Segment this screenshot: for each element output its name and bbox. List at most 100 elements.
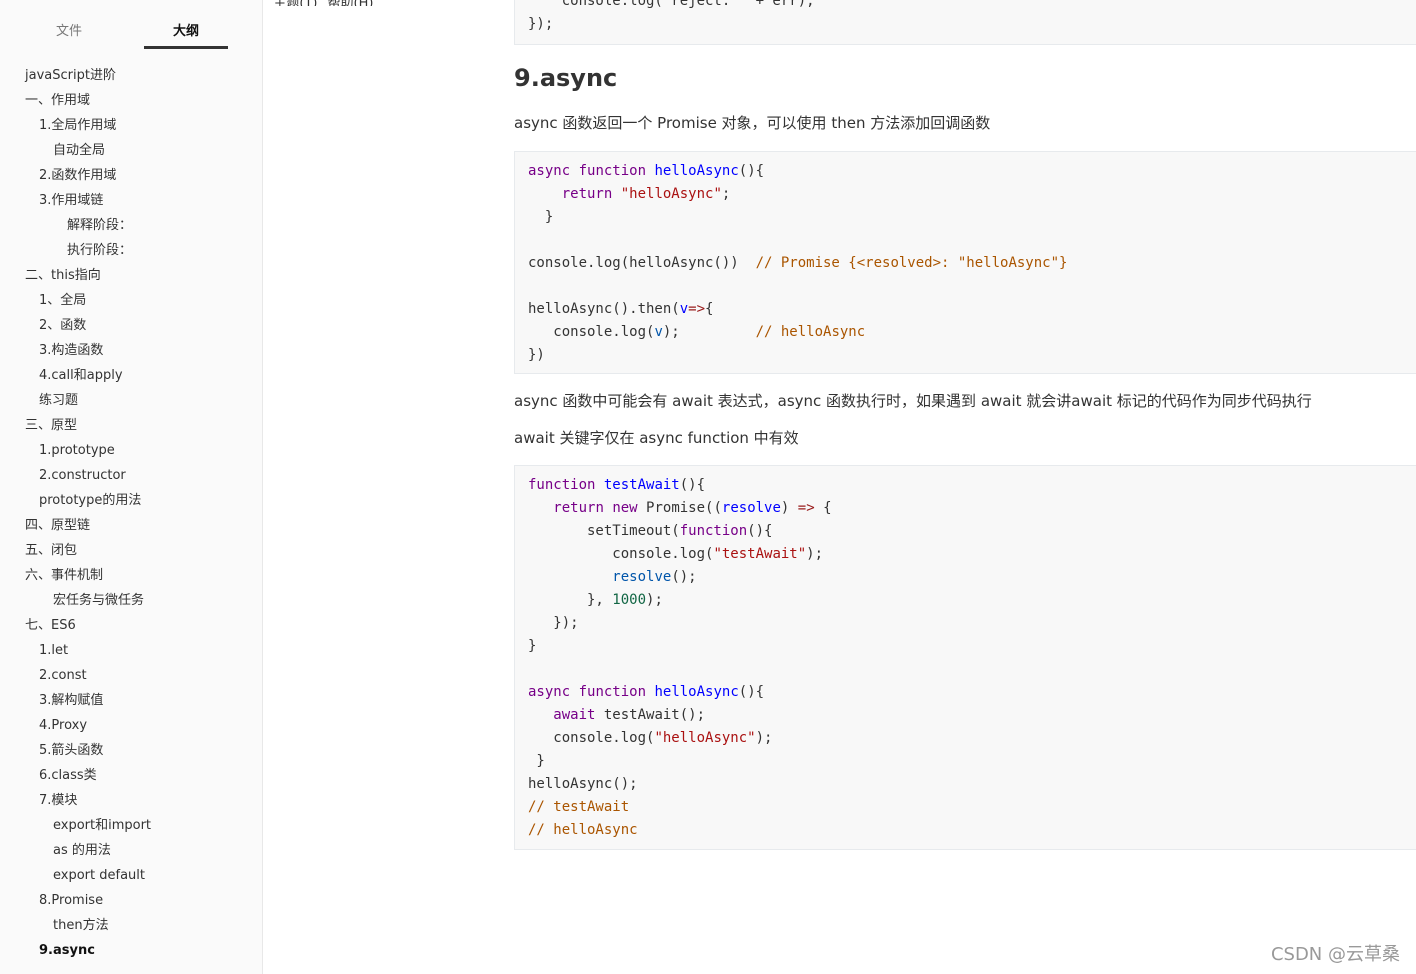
code-token: setTimeout(	[528, 523, 680, 539]
code-token: })	[528, 347, 545, 363]
outline-item[interactable]: 1.prototype	[0, 438, 262, 463]
code-token: v	[654, 324, 663, 340]
tab-outline[interactable]: 大纲	[144, 22, 228, 48]
outline-item[interactable]: 二、this指向	[0, 263, 262, 288]
code-token: (){	[747, 523, 773, 539]
code-token: new	[612, 500, 638, 516]
code-line: console.log("reject: " + err);	[528, 0, 1416, 13]
code-token: function	[528, 477, 596, 493]
outline-item[interactable]: 2、函数	[0, 313, 262, 338]
code-token: helloAsync().then(	[528, 301, 680, 317]
outline-item[interactable]: 七、ES6	[0, 613, 262, 638]
code-line: }	[528, 206, 1416, 229]
outline-item[interactable]: 6.class类	[0, 763, 262, 788]
code-token: },	[528, 592, 613, 608]
outline-item[interactable]: 4.call和apply	[0, 363, 262, 388]
outline-item[interactable]: 六、事件机制	[0, 563, 262, 588]
code-token: (){	[679, 477, 706, 493]
code-token: );	[806, 546, 824, 562]
code-line: }	[528, 750, 1416, 773]
outline-item[interactable]: 2.const	[0, 663, 262, 688]
code-token: Promise((	[637, 500, 722, 516]
code-line: helloAsync();	[528, 773, 1416, 796]
outline-item[interactable]: 2.constructor	[0, 463, 262, 488]
outline-item[interactable]: 三、原型	[0, 413, 262, 438]
code-token: console.log(	[528, 730, 655, 746]
outline-item[interactable]: prototype的用法	[0, 488, 262, 513]
code-token: console.log(	[528, 324, 655, 340]
outline-item[interactable]: 3.解构赋值	[0, 688, 262, 713]
code-token: // Promise {<resolved>: "helloAsync"}	[755, 255, 1068, 271]
outline-item[interactable]: export default	[0, 863, 262, 888]
outline-item[interactable]: javaScript进阶	[0, 63, 262, 88]
outline-item[interactable]: 1.全局作用域	[0, 113, 262, 138]
code-token: );	[646, 592, 663, 608]
code-line: });	[528, 612, 1416, 635]
outline-item[interactable]: as 的用法	[0, 838, 262, 863]
outline-item[interactable]: 五、闭包	[0, 538, 262, 563]
outline-item[interactable]: 2.函数作用域	[0, 163, 262, 188]
code-token: });	[528, 16, 554, 32]
outline-item[interactable]: 1.let	[0, 638, 262, 663]
code-token: function	[578, 163, 647, 179]
tab-files[interactable]: 文件	[27, 22, 111, 48]
outline-item[interactable]: 3.构造函数	[0, 338, 262, 363]
outline-item[interactable]: 9.async	[0, 938, 262, 963]
outline-item[interactable]: 自动全局	[0, 138, 262, 163]
code-line: function testAwait(){	[528, 474, 1416, 497]
code-line: async function helloAsync(){	[528, 160, 1416, 183]
code-token: return	[553, 500, 604, 516]
code-token: {	[814, 500, 832, 516]
code-token: resolve	[721, 500, 781, 516]
code-line: console.log("testAwait");	[528, 543, 1416, 566]
code-token: 1000	[612, 592, 647, 608]
code-token: =>	[688, 301, 706, 317]
code-token: v	[679, 301, 689, 317]
code-token: function	[679, 523, 748, 539]
code-token: (){	[738, 163, 765, 179]
code-token: {	[705, 301, 714, 317]
code-line: console.log(v); // helloAsync	[528, 321, 1416, 344]
outline-item[interactable]: 1、全局	[0, 288, 262, 313]
outline-item[interactable]: 4.Proxy	[0, 713, 262, 738]
outline-item[interactable]: 一、作用域	[0, 88, 262, 113]
code-token: helloAsync	[654, 163, 739, 179]
menu-item[interactable]: 帮助(H)	[328, 0, 374, 6]
code-line: resolve();	[528, 566, 1416, 589]
outline-item[interactable]: 5.箭头函数	[0, 738, 262, 763]
code-token: "testAwait"	[713, 546, 807, 562]
code-token: ;	[721, 186, 731, 202]
outline-item[interactable]: 8.Promise	[0, 888, 262, 913]
code-line: helloAsync().then(v=>{	[528, 298, 1416, 321]
outline-list: javaScript进阶 一、作用域 1.全局作用域 自动全局 2.函数作用域 3.作用域…	[0, 63, 262, 963]
outline-item[interactable]: 练习题	[0, 388, 262, 413]
code-token: );	[755, 730, 773, 746]
code-token: (){	[738, 684, 765, 700]
code-line: setTimeout(function(){	[528, 520, 1416, 543]
outline-item[interactable]: export和import	[0, 813, 262, 838]
outline-item[interactable]: then方法	[0, 913, 262, 938]
outline-item[interactable]: 3.作用域链	[0, 188, 262, 213]
menu-item[interactable]: 主题(T)	[273, 0, 317, 6]
outline-item[interactable]: 解释阶段：	[0, 213, 262, 238]
active-tab-indicator	[144, 46, 228, 49]
outline-item[interactable]: 7.模块	[0, 788, 262, 813]
outline-item[interactable]: 宏任务与微任务	[0, 588, 262, 613]
outline-item[interactable]: 执行阶段：	[0, 238, 262, 263]
code-line: console.log(helloAsync()) // Promise {<r…	[528, 252, 1416, 275]
code-token: testAwait();	[595, 707, 706, 723]
code-line: });	[528, 13, 1416, 36]
code-token: =>	[797, 500, 815, 516]
code-token: testAwait	[603, 477, 680, 493]
code-token: // helloAsync	[755, 324, 866, 340]
paragraph-await-explain: async 函数中可能会有 await 表达式，async 函数执行时，如果遇到…	[514, 392, 1312, 410]
outline-item[interactable]: 四、原型链	[0, 513, 262, 538]
